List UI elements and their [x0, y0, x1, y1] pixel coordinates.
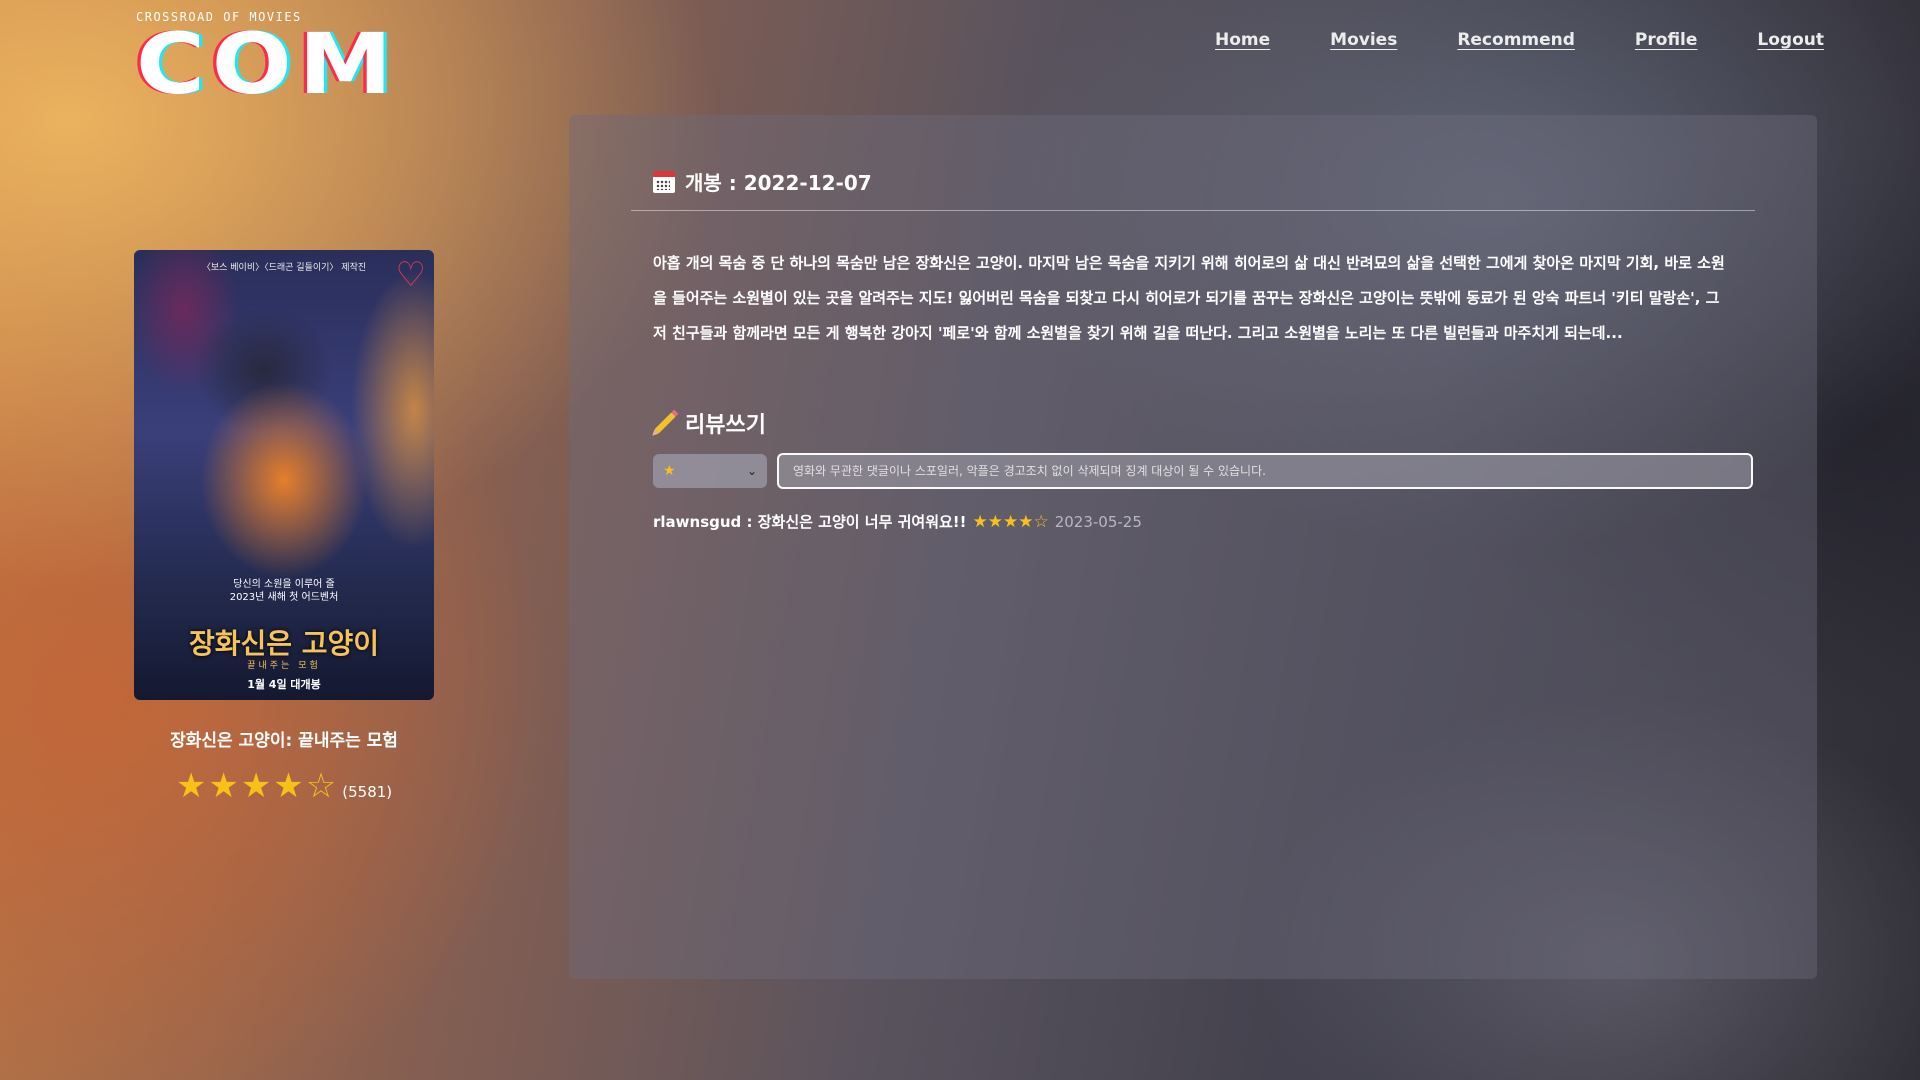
calendar-icon: [653, 170, 675, 193]
poster-tagline-line-2: 2023년 새해 첫 어드벤처: [229, 592, 339, 603]
poster-subtitle: 끝내주는 모험: [247, 661, 321, 671]
poster-release-note: 1월 4일 대개봉: [247, 678, 321, 691]
review-form: ★ ⌄: [653, 453, 1753, 489]
nav-movies-link[interactable]: Movies: [1330, 30, 1397, 50]
top-nav: Home Movies Recommend Profile Logout: [1155, 30, 1824, 50]
movie-detail-panel: 개봉 : 2022-12-07 아홉 개의 목숨 중 단 하나의 목숨만 남은 …: [569, 115, 1817, 979]
nav-recommend-link[interactable]: Recommend: [1457, 30, 1575, 50]
star-icon: ☆: [305, 766, 337, 806]
rating-select[interactable]: ★ ⌄: [653, 454, 767, 488]
poster-title: 장화신은 고양이: [188, 627, 380, 660]
nav-profile-link[interactable]: Profile: [1635, 30, 1697, 50]
review-stars: ★★★★☆: [972, 511, 1049, 532]
star-icon: ★: [240, 766, 272, 806]
movie-title: 장화신은 고양이: 끝내주는 모험: [170, 731, 398, 751]
star-icon: ★: [208, 766, 239, 806]
review-heading: 리뷰쓰기: [653, 407, 766, 439]
movie-poster: 〈보스 베이비〉〈드래곤 길들이기〉 제작진 ♡ 당신의 소원을 이루어 줄 2…: [134, 250, 434, 700]
poster-tagline: 당신의 소원을 이루어 줄 2023년 새해 첫 어드벤처: [134, 578, 434, 604]
release-date: 개봉 : 2022-12-07: [653, 167, 872, 196]
nav-home-link[interactable]: Home: [1215, 30, 1270, 50]
heart-icon[interactable]: ♡: [396, 258, 426, 292]
review-text: rlawnsgud : 장화신은 고양이 너무 귀여워요!!: [653, 513, 967, 531]
review-date: 2023-05-25: [1054, 512, 1142, 531]
logo-wordmark: COM: [136, 15, 399, 113]
movie-summary: 〈보스 베이비〉〈드래곤 길들이기〉 제작진 ♡ 당신의 소원을 이루어 줄 2…: [134, 250, 434, 803]
release-date-label: 개봉 : 2022-12-07: [685, 171, 872, 195]
site-logo[interactable]: CROSSROAD OF MOVIES COM: [136, 10, 396, 106]
rating-count: (5581): [342, 783, 393, 801]
divider: [631, 210, 1755, 211]
nav-logout-link[interactable]: Logout: [1757, 30, 1824, 50]
star-icon: ★: [175, 766, 207, 806]
review-item: rlawnsgud : 장화신은 고양이 너무 귀여워요!! ★★★★☆ 202…: [653, 511, 1142, 532]
poster-tagline-line-1: 당신의 소원을 이루어 줄: [233, 579, 335, 590]
rating-select-value: ★: [663, 463, 676, 479]
review-heading-label: 리뷰쓰기: [685, 413, 766, 438]
movie-rating: ★ ★ ★ ★ ☆ (5581): [134, 769, 434, 803]
star-icon: ★: [273, 766, 304, 806]
chevron-down-icon: ⌄: [746, 464, 757, 478]
pencil-icon: [654, 412, 676, 434]
review-input[interactable]: [777, 453, 1753, 489]
poster-credit-text: 〈보스 베이비〉〈드래곤 길들이기〉 제작진: [201, 263, 367, 273]
movie-overview: 아홉 개의 목숨 중 단 하나의 목숨만 남은 장화신은 고양이. 마지막 남은…: [653, 254, 1725, 342]
